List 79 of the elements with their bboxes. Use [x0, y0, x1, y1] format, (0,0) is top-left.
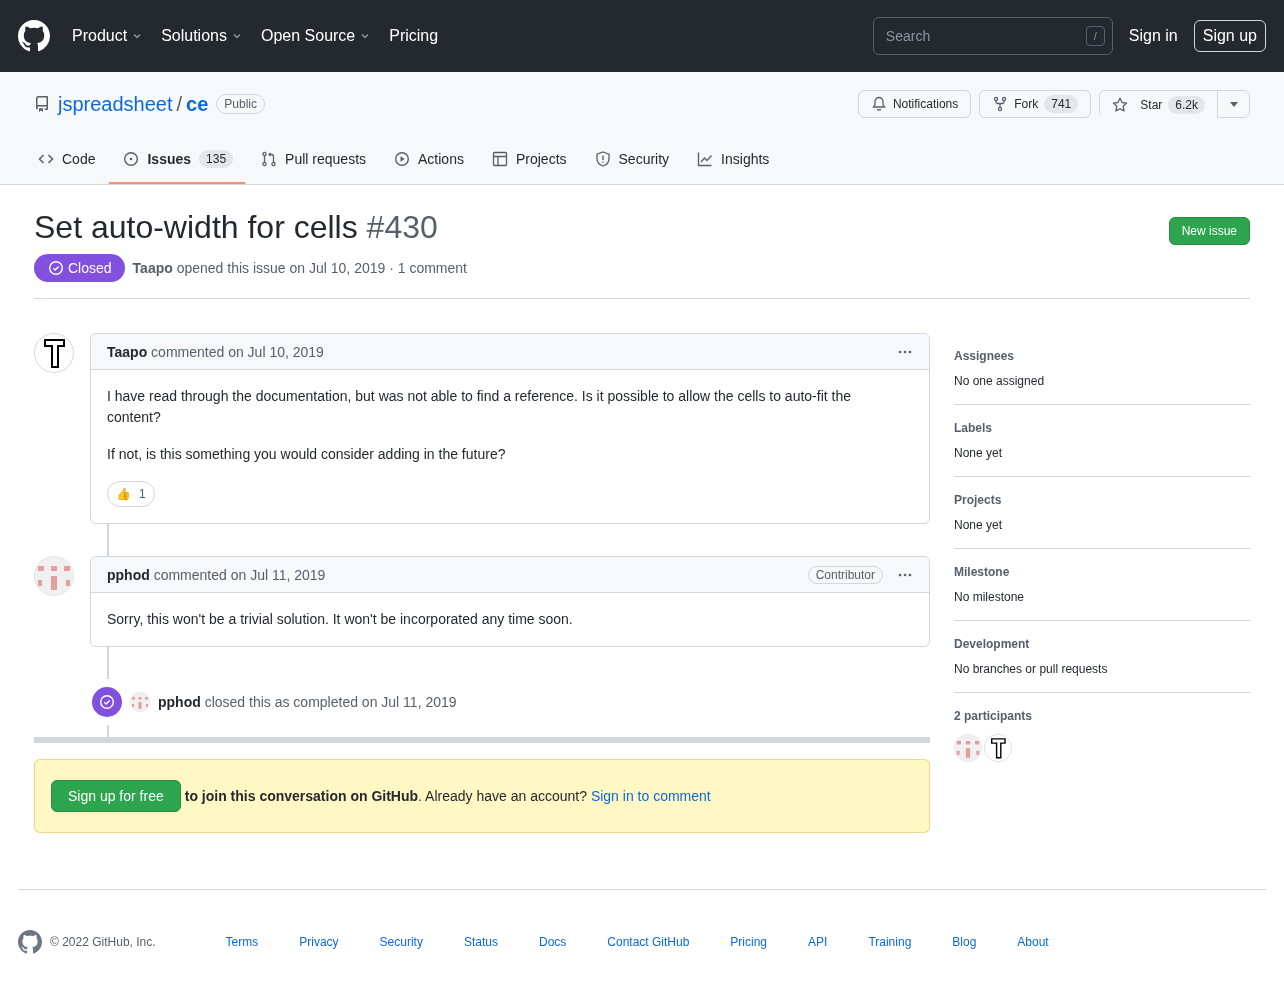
path-separator: /: [176, 92, 183, 116]
repository-icon: [34, 96, 50, 112]
reaction-button[interactable]: 👍 1: [107, 481, 155, 507]
footer-link[interactable]: Training: [868, 935, 912, 949]
repository-owner-link[interactable]: jspreadsheet: [58, 92, 173, 116]
sign-in-link[interactable]: Sign in to comment: [590, 788, 711, 804]
footer-link[interactable]: Status: [463, 935, 498, 949]
footer-link[interactable]: About: [1017, 935, 1049, 949]
repository-tab[interactable]: Actions: [380, 136, 476, 184]
sidebar-value: No milestone: [954, 590, 1026, 604]
star-count: 6.2k: [1168, 96, 1205, 114]
footer-link[interactable]: Pricing: [730, 935, 768, 949]
repository-name-link[interactable]: ce: [186, 92, 209, 116]
shortcut-key: /: [1085, 26, 1105, 46]
repository-tab[interactable]: Insights: [683, 136, 782, 184]
sign-in-link[interactable]: Sign in: [1128, 27, 1178, 45]
check-circle-icon: [48, 260, 64, 276]
avatar: [34, 556, 74, 596]
shield-icon: [594, 151, 611, 167]
issue-title: Set auto-width for cells #430: [34, 209, 438, 246]
nav-menu-item[interactable]: Solutions: [161, 27, 243, 45]
pull-request-icon: [261, 151, 278, 167]
comment-text: I have read through the documentation, but was not able to find a reference. Is it possible to allow the cells to auto-fit the content?: [107, 387, 852, 427]
event-text: pphod closed this as completed on Jul 11, 2019: [158, 694, 457, 710]
nav-menu-item[interactable]: Pricing: [389, 27, 439, 45]
issue-count: 135: [199, 150, 234, 168]
footer-link[interactable]: Blog: [952, 935, 977, 949]
play-circle-icon: [394, 151, 411, 167]
issue-state-badge: Closed: [34, 254, 125, 282]
star-button[interactable]: Star 6.2k: [1100, 91, 1217, 119]
footer-link[interactable]: Terms: [225, 935, 259, 949]
star-options-dropdown[interactable]: [1217, 91, 1249, 117]
sidebar-heading: Milestone: [954, 565, 1011, 579]
repository-tab[interactable]: Code: [24, 136, 108, 184]
avatar: [954, 734, 982, 762]
comment-meta-text: Taapo commented on Jul 10, 2019: [107, 343, 324, 360]
repository-tab[interactable]: Security: [580, 136, 682, 184]
github-logo-icon: [18, 930, 42, 954]
footer-link[interactable]: Docs: [538, 935, 567, 949]
footer-link[interactable]: Contact GitHub: [607, 935, 690, 949]
sidebar-heading: Assignees: [954, 349, 1016, 363]
sidebar-value: No branches or pull requests: [954, 662, 1109, 676]
sidebar-heading: Projects: [954, 493, 1003, 507]
repository-tab[interactable]: Projects: [477, 136, 579, 184]
repository-tab[interactable]: Pull requests: [247, 136, 379, 184]
comment-text: If not, is this something you would consider adding in the future?: [107, 445, 507, 464]
sidebar-value: None yet: [954, 446, 1004, 460]
table-icon: [491, 151, 508, 167]
sign-up-button[interactable]: Sign up: [1193, 20, 1266, 52]
sign-up-prompt-text: to join this conversation on GitHub. Already have an account? Sign in to comment: [184, 788, 711, 804]
github-logo-icon[interactable]: [18, 20, 50, 52]
nav-menu-item[interactable]: Product: [72, 27, 144, 45]
fork-icon: [992, 96, 1009, 112]
footer-link[interactable]: Privacy: [299, 935, 339, 949]
footer-link[interactable]: Security: [379, 935, 423, 949]
sidebar-heading: Development: [954, 637, 1031, 651]
caret-icon: [1229, 101, 1238, 107]
star-icon: [1112, 97, 1129, 113]
sidebar-value: No one assigned: [954, 374, 1046, 388]
bell-icon: [870, 96, 887, 112]
repository-tab[interactable]: Issues 135: [109, 136, 246, 184]
issue-meta-text: Taapo opened this issue on Jul 10, 2019 · 1 comment: [132, 260, 467, 276]
issue-circle-icon: [123, 151, 140, 167]
footer-link[interactable]: API: [808, 935, 828, 949]
notifications-button[interactable]: Notifications: [857, 90, 972, 118]
comment-meta-text: pphod commented on Jul 11, 2019: [107, 566, 326, 583]
sidebar-heading: 2 participants: [954, 709, 1034, 723]
fork-button[interactable]: Fork 741: [979, 90, 1092, 118]
copyright-text: © 2022 GitHub, Inc.: [50, 935, 156, 949]
check-circle-icon: [92, 687, 122, 717]
avatar: [130, 692, 150, 712]
sidebar-heading: Labels: [954, 421, 993, 435]
comment-text: Sorry, this won't be a trivial solution. It won't be incorporated any time soon.: [107, 610, 574, 629]
avatar: [34, 333, 74, 373]
avatar: [984, 734, 1012, 762]
fork-count: 741: [1044, 95, 1079, 113]
nav-menu-item[interactable]: Open Source: [260, 27, 372, 45]
line-graph-icon: [697, 151, 714, 167]
sidebar-value: None yet: [954, 518, 1004, 532]
